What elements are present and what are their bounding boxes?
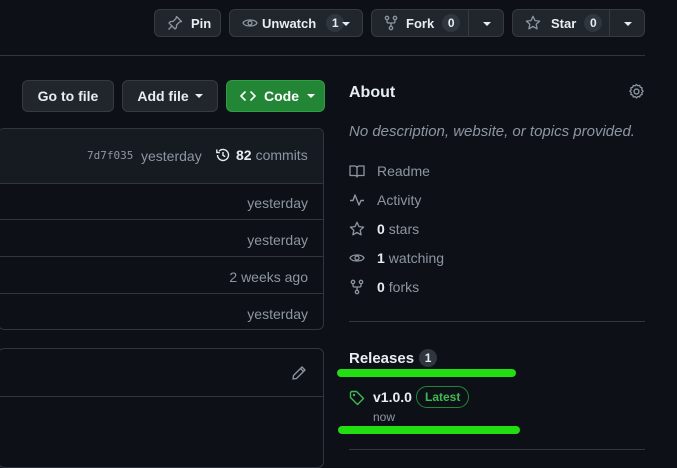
- watching-count: 1: [377, 250, 385, 266]
- forks-count: 0: [377, 279, 385, 295]
- releases-divider: [349, 449, 645, 450]
- book-icon: [349, 163, 365, 179]
- pulse-icon: [349, 192, 365, 208]
- pin-icon: [167, 15, 183, 31]
- add-file-label: Add file: [137, 88, 189, 104]
- fork-icon: [349, 279, 365, 295]
- fork-button[interactable]: Fork 0: [371, 9, 504, 37]
- chevron-down-icon[interactable]: [342, 22, 350, 26]
- activity-label: Activity: [377, 192, 422, 208]
- history-icon: [215, 147, 231, 163]
- activity-link[interactable]: Activity: [349, 192, 421, 208]
- header-divider: [0, 55, 645, 56]
- stars-count: 0: [377, 221, 385, 237]
- releases-count: 1: [419, 349, 438, 367]
- commits-label: commits: [255, 147, 308, 163]
- chevron-down-icon[interactable]: [483, 22, 491, 26]
- about-description: No description, website, or topics provi…: [349, 123, 635, 140]
- pencil-icon[interactable]: [291, 365, 307, 381]
- forks-link[interactable]: 0 forks: [349, 279, 419, 295]
- forks-label: forks: [388, 279, 420, 295]
- star-icon: [525, 15, 541, 31]
- highlight-mark: [337, 369, 516, 377]
- fork-label: Fork: [406, 15, 435, 31]
- commit-hash[interactable]: 7d7f035: [87, 149, 133, 162]
- readme-link[interactable]: Readme: [349, 163, 430, 179]
- star-count: 0: [584, 14, 603, 32]
- watching-link[interactable]: 1 watching: [349, 250, 444, 266]
- add-file-button[interactable]: Add file: [122, 80, 218, 112]
- fork-count: 0: [442, 14, 461, 32]
- stars-label: stars: [388, 221, 420, 237]
- code-label: Code: [264, 88, 299, 104]
- go-to-file-button[interactable]: Go to file: [22, 80, 114, 112]
- releases-heading[interactable]: Releases 1: [349, 349, 438, 367]
- release-time: now: [373, 410, 396, 424]
- commits-link[interactable]: 82 commits: [215, 147, 308, 163]
- eye-icon: [349, 250, 365, 266]
- releases-title: Releases: [349, 349, 415, 367]
- readme-label: Readme: [377, 163, 430, 179]
- code-button[interactable]: Code: [226, 80, 325, 112]
- code-icon: [240, 88, 256, 104]
- star-button[interactable]: Star 0: [512, 9, 645, 37]
- caret-down-icon: [307, 94, 315, 98]
- watching-label: watching: [388, 250, 445, 266]
- release-tag[interactable]: v1.0.0: [373, 389, 412, 405]
- stars-link[interactable]: 0 stars: [349, 221, 419, 237]
- caret-down-icon: [194, 94, 203, 98]
- go-to-file-label: Go to file: [37, 88, 99, 104]
- highlight-mark: [338, 426, 520, 434]
- eye-icon: [242, 15, 258, 31]
- tag-icon: [349, 390, 365, 406]
- unwatch-button[interactable]: Unwatch 1: [229, 9, 363, 37]
- pin-button[interactable]: Pin: [154, 9, 221, 37]
- file-row-time[interactable]: 2 weeks ago: [229, 269, 308, 285]
- unwatch-label: Unwatch: [262, 15, 317, 31]
- gear-icon[interactable]: [628, 83, 645, 100]
- chevron-down-icon[interactable]: [624, 22, 632, 26]
- file-row-time[interactable]: yesterday: [247, 232, 308, 248]
- fork-icon: [383, 15, 399, 31]
- commit-time[interactable]: yesterday: [141, 148, 202, 164]
- readme-box: [0, 348, 324, 468]
- about-title: About: [349, 84, 396, 101]
- file-row-time[interactable]: yesterday: [247, 306, 308, 322]
- star-icon: [349, 221, 365, 237]
- about-divider: [349, 321, 645, 322]
- commit-count: 82: [236, 147, 252, 163]
- pin-label: Pin: [191, 15, 212, 31]
- file-row-time[interactable]: yesterday: [247, 195, 308, 211]
- latest-badge: Latest: [416, 386, 470, 408]
- star-label: Star: [551, 15, 577, 31]
